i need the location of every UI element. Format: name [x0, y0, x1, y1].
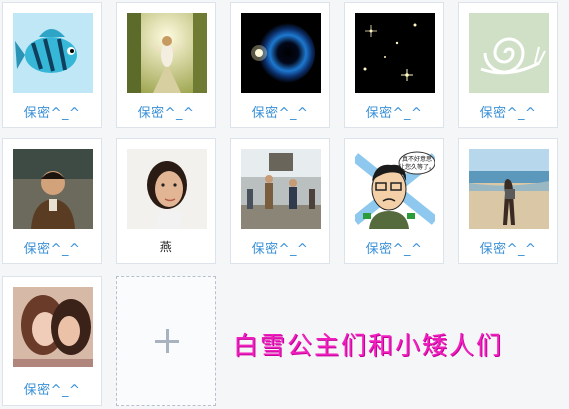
starfield-photo[interactable]	[355, 13, 435, 93]
man-portrait-photo[interactable]	[13, 149, 93, 229]
snail-sketch-photo[interactable]	[469, 13, 549, 93]
fish-photo[interactable]	[13, 13, 93, 93]
friend-card[interactable]: 真不好意思 让您久等了。 保密^_^	[344, 138, 444, 264]
woman-portrait-photo[interactable]	[127, 149, 207, 229]
friend-name[interactable]: 保密^_^	[3, 379, 101, 398]
friend-name[interactable]: 保密^_^	[231, 102, 329, 121]
friend-name[interactable]: 保密^_^	[3, 238, 101, 257]
friend-name[interactable]: 保密^_^	[459, 238, 557, 257]
girl-sunlight-photo[interactable]	[127, 13, 207, 93]
cartoon-man-avatar[interactable]: 真不好意思 让您久等了。	[355, 149, 435, 229]
blue-nebula-photo[interactable]	[241, 13, 321, 93]
friend-name[interactable]: 保密^_^	[459, 102, 557, 121]
friend-name[interactable]: 保密^_^	[345, 238, 443, 257]
friend-name[interactable]: 燕	[117, 238, 215, 255]
add-friend-button[interactable]	[116, 276, 216, 406]
friend-card[interactable]: 保密^_^	[458, 138, 558, 264]
friend-card[interactable]: 保密^_^	[2, 2, 102, 128]
friend-card[interactable]: 保密^_^	[344, 2, 444, 128]
friend-card[interactable]: 保密^_^	[458, 2, 558, 128]
beach-woman-photo[interactable]	[469, 149, 549, 229]
friend-name[interactable]: 保密^_^	[231, 238, 329, 257]
street-group-photo[interactable]	[241, 149, 321, 229]
friend-card[interactable]: 保密^_^	[230, 2, 330, 128]
speech-line-2: 让您久等了。	[399, 163, 435, 171]
friend-card[interactable]: 燕	[116, 138, 216, 264]
speech-line-1: 真不好意思	[402, 155, 432, 163]
friend-card[interactable]: 保密^_^	[230, 138, 330, 264]
friend-card[interactable]: 保密^_^	[2, 276, 102, 406]
friend-card[interactable]: 保密^_^	[116, 2, 216, 128]
friend-name[interactable]: 保密^_^	[117, 102, 215, 121]
friend-card[interactable]: 保密^_^	[2, 138, 102, 264]
friend-name[interactable]: 保密^_^	[3, 102, 101, 121]
two-girls-selfie-photo[interactable]	[13, 287, 93, 367]
friend-name[interactable]: 保密^_^	[345, 102, 443, 121]
group-title-banner: 白雪公主们和小矮人们	[233, 331, 504, 360]
